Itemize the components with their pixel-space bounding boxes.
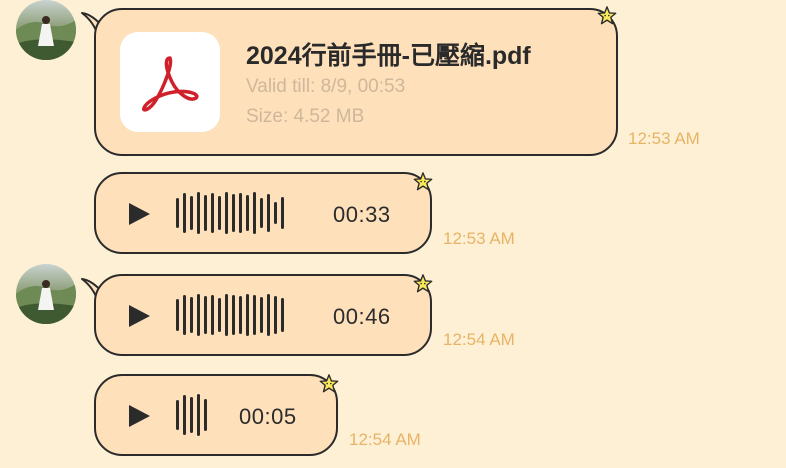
star-sticker-icon bbox=[319, 374, 339, 393]
voice-message-bubble[interactable]: 00:33 bbox=[94, 172, 432, 254]
voice-duration: 00:46 bbox=[333, 304, 391, 329]
file-size: Size: 4.52 MB bbox=[246, 106, 365, 127]
pdf-icon bbox=[120, 32, 220, 132]
message-timestamp: 12:53 AM bbox=[628, 129, 700, 148]
play-icon[interactable] bbox=[129, 405, 150, 427]
sender-avatar[interactable] bbox=[16, 264, 76, 324]
voice-duration: 00:05 bbox=[239, 404, 297, 429]
message-timestamp: 12:54 AM bbox=[349, 430, 421, 449]
message-timestamp: 12:53 AM bbox=[443, 229, 515, 248]
audio-waveform bbox=[176, 191, 284, 235]
play-icon[interactable] bbox=[129, 203, 150, 225]
star-sticker-icon bbox=[597, 6, 617, 25]
audio-waveform bbox=[176, 293, 284, 337]
avatar-photo bbox=[16, 280, 76, 324]
avatar-photo bbox=[16, 16, 76, 60]
voice-duration: 00:33 bbox=[333, 202, 391, 227]
file-name: 2024行前手冊-已壓縮.pdf bbox=[246, 42, 531, 70]
voice-message-bubble[interactable]: 00:05 bbox=[94, 374, 338, 456]
star-sticker-icon bbox=[413, 274, 433, 293]
message-timestamp: 12:54 AM bbox=[443, 330, 515, 349]
star-sticker-icon bbox=[413, 172, 433, 191]
audio-waveform bbox=[176, 393, 207, 437]
sender-avatar[interactable] bbox=[16, 0, 76, 60]
file-valid-till: Valid till: 8/9, 00:53 bbox=[246, 76, 406, 97]
play-icon[interactable] bbox=[129, 305, 150, 327]
file-message-bubble[interactable]: 2024行前手冊-已壓縮.pdf Valid till: 8/9, 00:53 … bbox=[94, 8, 618, 156]
voice-message-bubble[interactable]: 00:46 bbox=[94, 274, 432, 356]
